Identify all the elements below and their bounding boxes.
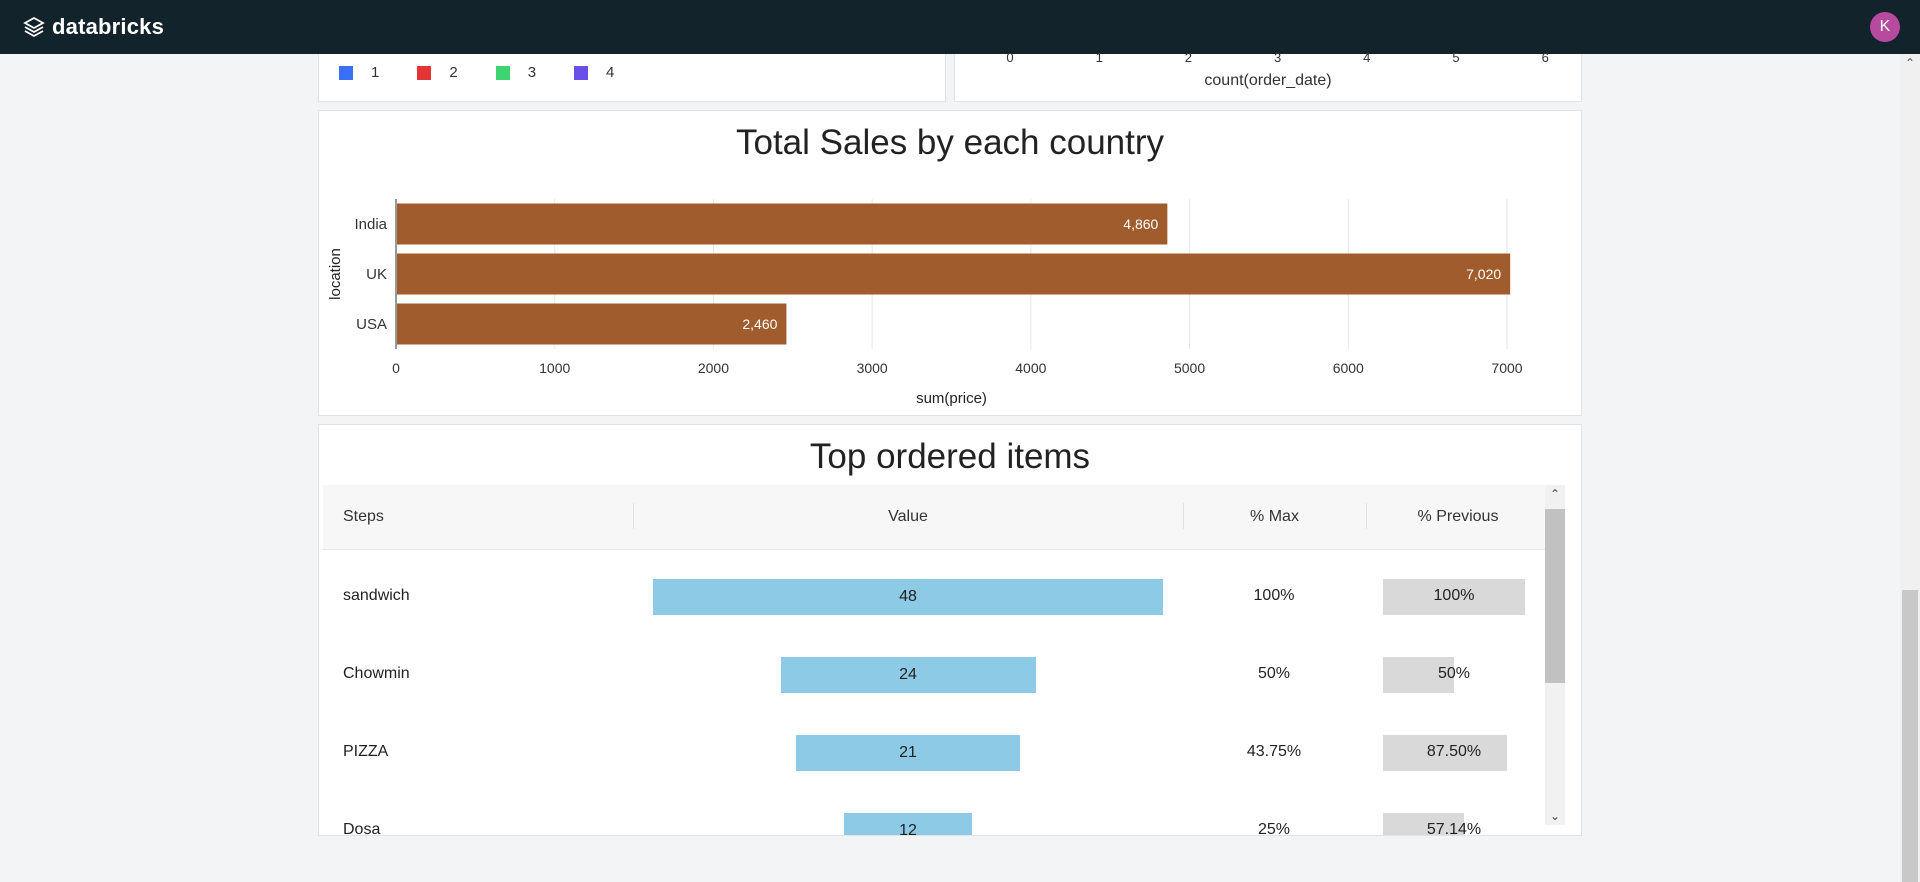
pct-max-value: 43.75% xyxy=(1246,743,1302,760)
chart-legend: 1 2 3 4 xyxy=(339,64,652,81)
bar-uk xyxy=(397,253,1511,295)
step-label: Chowmin xyxy=(343,665,410,682)
step-label: Dosa xyxy=(343,821,381,836)
pct-max-value: 100% xyxy=(1253,587,1295,604)
legend-swatch xyxy=(495,65,510,80)
legend-swatch xyxy=(574,65,589,80)
pct-previous-value: 87.50% xyxy=(1426,743,1482,760)
x-tick-label: 3 xyxy=(1273,50,1282,65)
x-tick-label: 0 xyxy=(1006,50,1014,65)
legend-item[interactable]: 3 xyxy=(495,64,537,81)
bar-value-label: 7,020 xyxy=(1466,266,1501,282)
value-bar: 21 xyxy=(796,735,1020,771)
bar-usa xyxy=(397,303,787,345)
pct-max-value: 50% xyxy=(1257,665,1291,682)
x-tick-label: 6000 xyxy=(1333,360,1364,376)
legend-item[interactable]: 4 xyxy=(574,64,614,81)
top-items-panel: Top ordered items Steps Value % Max % Pr… xyxy=(318,424,1582,836)
legend-swatch xyxy=(339,65,353,80)
scroll-up-arrow-icon[interactable]: ⌃ xyxy=(1545,485,1565,503)
x-tick-label: 1000 xyxy=(539,360,570,376)
legend-label: 1 xyxy=(371,64,380,81)
x-tick-label: 0 xyxy=(392,360,400,376)
y-category-label: UK xyxy=(366,266,387,283)
legend-label: 2 xyxy=(449,64,458,81)
brand-name: databricks xyxy=(52,14,165,39)
legend-item[interactable]: 2 xyxy=(417,64,458,81)
step-label: PIZZA xyxy=(343,743,389,760)
sales-bar-chart: 0 1000 2000 3000 4000 5000 6000 7000 4,860 India 7… xyxy=(327,199,1523,407)
step-label: sandwich xyxy=(343,587,410,604)
header-pct-previous[interactable]: % Previous xyxy=(1366,485,1550,549)
value-bar: 12 xyxy=(844,813,972,835)
table-scrollbar[interactable]: ⌃ ⌄ xyxy=(1545,485,1565,825)
funnel-header-row: Steps Value % Max % Previous xyxy=(323,485,1545,550)
sales-chart-panel: Total Sales by each country 0 1000 2000 300… xyxy=(318,110,1582,416)
x-tick-label: 4 xyxy=(1363,50,1371,65)
x-axis-title: sum(price) xyxy=(916,390,987,407)
top-navigation-bar: databricks K xyxy=(0,0,1920,54)
x-tick-label: 2000 xyxy=(698,360,729,376)
x-tick-label: 4000 xyxy=(1015,360,1046,376)
bar-value-label: 4,860 xyxy=(1123,216,1158,232)
legend-swatch xyxy=(417,65,432,80)
table-scroll-thumb[interactable] xyxy=(1545,509,1565,683)
order-count-chart-panel: 0 1 2 3 4 5 6 count(order_date) xyxy=(954,50,1582,102)
chart-title: Total Sales by each country xyxy=(735,123,1164,162)
header-steps[interactable]: Steps xyxy=(343,485,384,549)
pct-previous-value: 57.14% xyxy=(1426,821,1482,836)
header-value[interactable]: Value xyxy=(633,485,1183,549)
x-tick-label: 3000 xyxy=(857,360,888,376)
page-scroll-up-icon[interactable]: ⌃ xyxy=(1903,56,1917,70)
databricks-layers-icon xyxy=(23,16,45,38)
pct-previous-value: 100% xyxy=(1433,587,1475,604)
user-avatar[interactable]: K xyxy=(1870,12,1900,42)
y-category-label: India xyxy=(354,216,387,233)
status-chart-panel: 1 2 3 4 xyxy=(318,54,946,102)
scroll-down-arrow-icon[interactable]: ⌄ xyxy=(1545,807,1565,825)
pct-previous-value: 50% xyxy=(1437,665,1471,682)
header-pct-max[interactable]: % Max xyxy=(1183,485,1366,549)
x-tick-label: 2 xyxy=(1184,50,1193,65)
bar-india xyxy=(397,203,1168,245)
x-tick-label: 5000 xyxy=(1174,360,1205,376)
y-category-label: USA xyxy=(356,316,387,333)
y-axis-title: location xyxy=(327,248,344,300)
value-bar: 24 xyxy=(780,657,1036,693)
bar-value-label: 2,460 xyxy=(742,316,777,332)
x-tick-label: 7000 xyxy=(1491,360,1522,376)
x-axis-label: count(order_date) xyxy=(1204,72,1332,89)
pct-max-value: 25% xyxy=(1257,821,1291,836)
x-tick-label: 5 xyxy=(1452,50,1460,65)
value-bar: 48 xyxy=(653,579,1163,615)
databricks-logo[interactable]: databricks xyxy=(22,14,164,40)
x-tick-label: 6 xyxy=(1541,50,1549,65)
page-scroll-thumb[interactable] xyxy=(1902,590,1918,882)
legend-item[interactable]: 1 xyxy=(339,64,379,81)
legend-label: 3 xyxy=(527,64,537,81)
funnel-title: Top ordered items xyxy=(809,437,1091,476)
x-axis-ticks: 0 1 2 3 4 5 6 xyxy=(955,50,1581,70)
x-tick-label: 1 xyxy=(1095,50,1103,65)
legend-label: 4 xyxy=(606,64,615,81)
